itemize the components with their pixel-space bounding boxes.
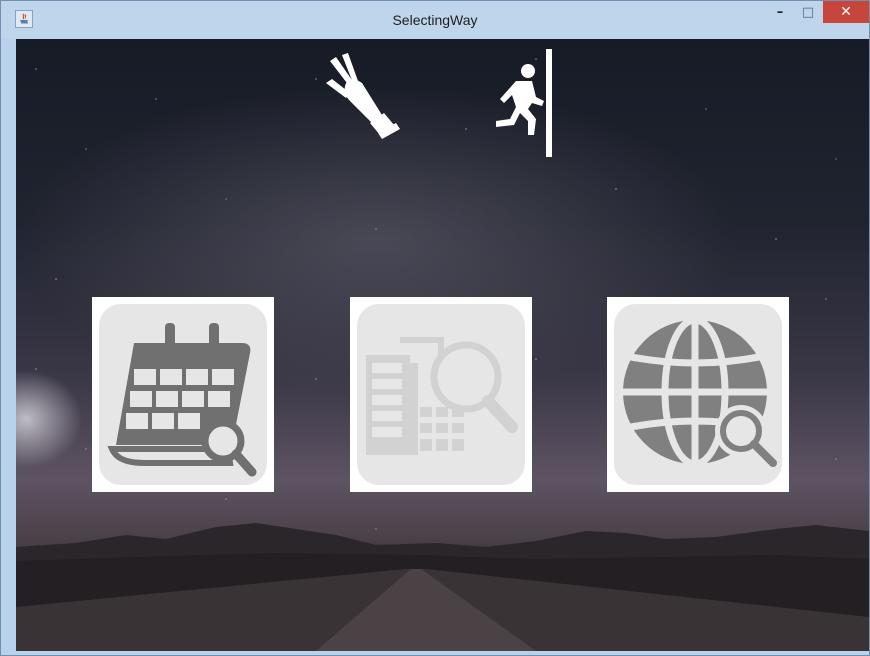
close-button[interactable]: ✕: [823, 1, 869, 23]
globe-search-option[interactable]: [607, 297, 789, 492]
calendar-search-icon: [107, 323, 257, 477]
main-panel: [16, 39, 869, 651]
window-title: SelectingWay: [392, 12, 478, 28]
calendar-search-option[interactable]: [92, 297, 274, 492]
app-window: SelectingWay – □ ✕: [0, 0, 870, 656]
building-search-option[interactable]: [350, 297, 532, 492]
hand-gesture-icon[interactable]: [324, 53, 406, 139]
landscape-background: [16, 523, 869, 651]
globe-search-icon: [623, 316, 777, 468]
building-search-icon: [366, 337, 518, 455]
maximize-button[interactable]: □: [795, 1, 821, 23]
exit-door-icon[interactable]: [478, 49, 558, 159]
title-bar[interactable]: SelectingWay – □ ✕: [1, 1, 869, 39]
minimize-button[interactable]: –: [767, 1, 793, 23]
